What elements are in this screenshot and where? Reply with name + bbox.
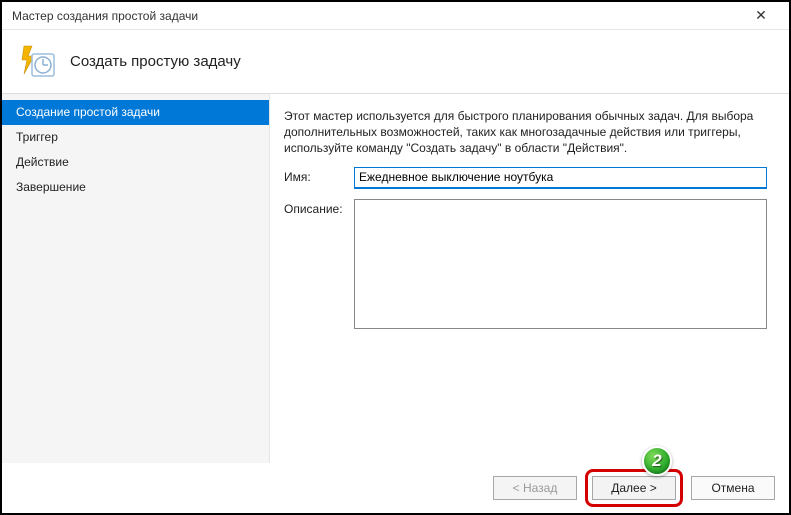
description-label: Описание:: [284, 199, 354, 216]
row-description: Описание:: [284, 199, 767, 329]
step-label: Действие: [16, 155, 69, 169]
wizard-sidebar: Создание простой задачи Триггер Действие…: [2, 94, 270, 463]
step-trigger[interactable]: Триггер: [2, 125, 269, 150]
step-action[interactable]: Действие: [2, 150, 269, 175]
close-icon[interactable]: ✕: [741, 7, 781, 24]
next-button[interactable]: Далее >: [592, 476, 676, 500]
step-label: Создание простой задачи: [16, 105, 160, 119]
wizard-body: Создание простой задачи Триггер Действие…: [2, 94, 789, 463]
wizard-content: Этот мастер используется для быстрого пл…: [270, 94, 789, 463]
step-create-basic-task[interactable]: Создание простой задачи: [2, 100, 269, 125]
step-label: Завершение: [16, 180, 86, 194]
wizard-footer: < Назад 2 Далее > Отмена: [2, 463, 789, 513]
name-label: Имя:: [284, 167, 354, 184]
wizard-window: Мастер создания простой задачи ✕ Создать…: [0, 0, 791, 515]
cancel-button[interactable]: Отмена: [691, 476, 775, 500]
step-finish[interactable]: Завершение: [2, 175, 269, 200]
window-title: Мастер создания простой задачи: [12, 9, 198, 23]
titlebar: Мастер создания простой задачи ✕: [2, 2, 789, 30]
back-button: < Назад: [493, 476, 577, 500]
name-input[interactable]: [354, 167, 767, 189]
step-label: Триггер: [16, 130, 58, 144]
wizard-header: Создать простую задачу: [2, 30, 789, 94]
annotation-badge: 2: [642, 446, 672, 476]
wizard-subtitle: Создать простую задачу: [70, 53, 241, 70]
next-highlight: 2 Далее >: [585, 469, 683, 507]
intro-text: Этот мастер используется для быстрого пл…: [284, 108, 767, 157]
wizard-icon: [20, 44, 56, 80]
row-name: Имя:: [284, 167, 767, 189]
description-input[interactable]: [354, 199, 767, 329]
